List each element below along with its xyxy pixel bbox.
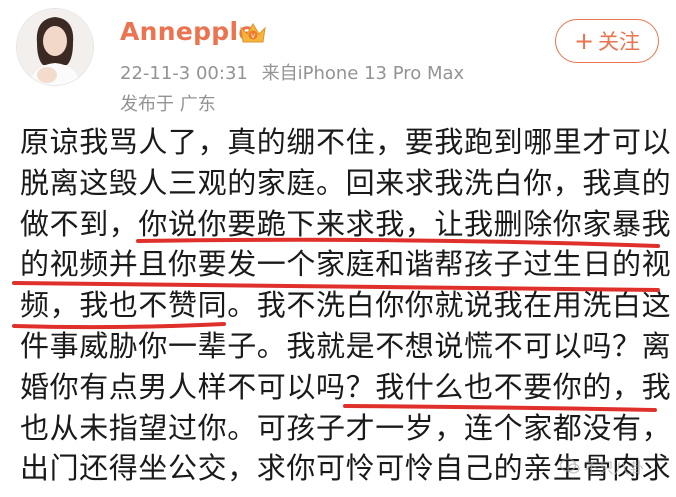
post-location: 发布于 广东: [120, 94, 216, 115]
wechat-icon: [559, 458, 580, 479]
post-body: 原谅我骂人了，真的绷不住，要我跑到哪里才可以 脱离这毁人三观的家庭。回来求我洗白…: [20, 122, 672, 489]
post-line: 的视频并且你要发一个家庭和谐帮孩子过生日的视: [20, 247, 672, 282]
post-line: 也从未指望过你。可孩子才一岁，连个家都没有，: [20, 410, 672, 445]
post-line: 脱离这毁人三观的家庭。回来求我洗白你，我真的: [20, 165, 672, 200]
watermark: 不只八卦: [559, 457, 645, 479]
plus-icon: +: [573, 27, 595, 55]
watermark-text: 不只八卦: [584, 459, 645, 477]
post-header: Annepple V 22-11-3 00:31 来自iPhone 13 Pro…: [0, 0, 676, 120]
follow-button-label: 关注: [598, 30, 641, 54]
avatar[interactable]: [16, 8, 94, 86]
post-line: 婚你有点男人样不可以吗？我什么也不要你的，我: [20, 369, 672, 404]
post-line: 件事威胁你一辈子。我就是不想说慌不可以吗？离: [20, 328, 672, 363]
follow-button[interactable]: + 关注: [555, 19, 659, 63]
post-timestamp: 22-11-3 00:31: [120, 63, 248, 84]
username[interactable]: Annepple: [120, 17, 256, 46]
post-line: 做不到，你说你要跪下来求我，让我删除你家暴我: [20, 206, 672, 241]
crown-badge-icon: V: [238, 20, 268, 46]
post-line: 原谅我骂人了，真的绷不住，要我跑到哪里才可以: [20, 125, 672, 159]
post-source: 来自iPhone 13 Pro Max: [261, 63, 465, 84]
post-line: 频，我也不赞同。我不洗白你你就说我在用洗白这: [20, 288, 672, 323]
post-meta: 22-11-3 00:31 来自iPhone 13 Pro Max: [120, 59, 464, 85]
